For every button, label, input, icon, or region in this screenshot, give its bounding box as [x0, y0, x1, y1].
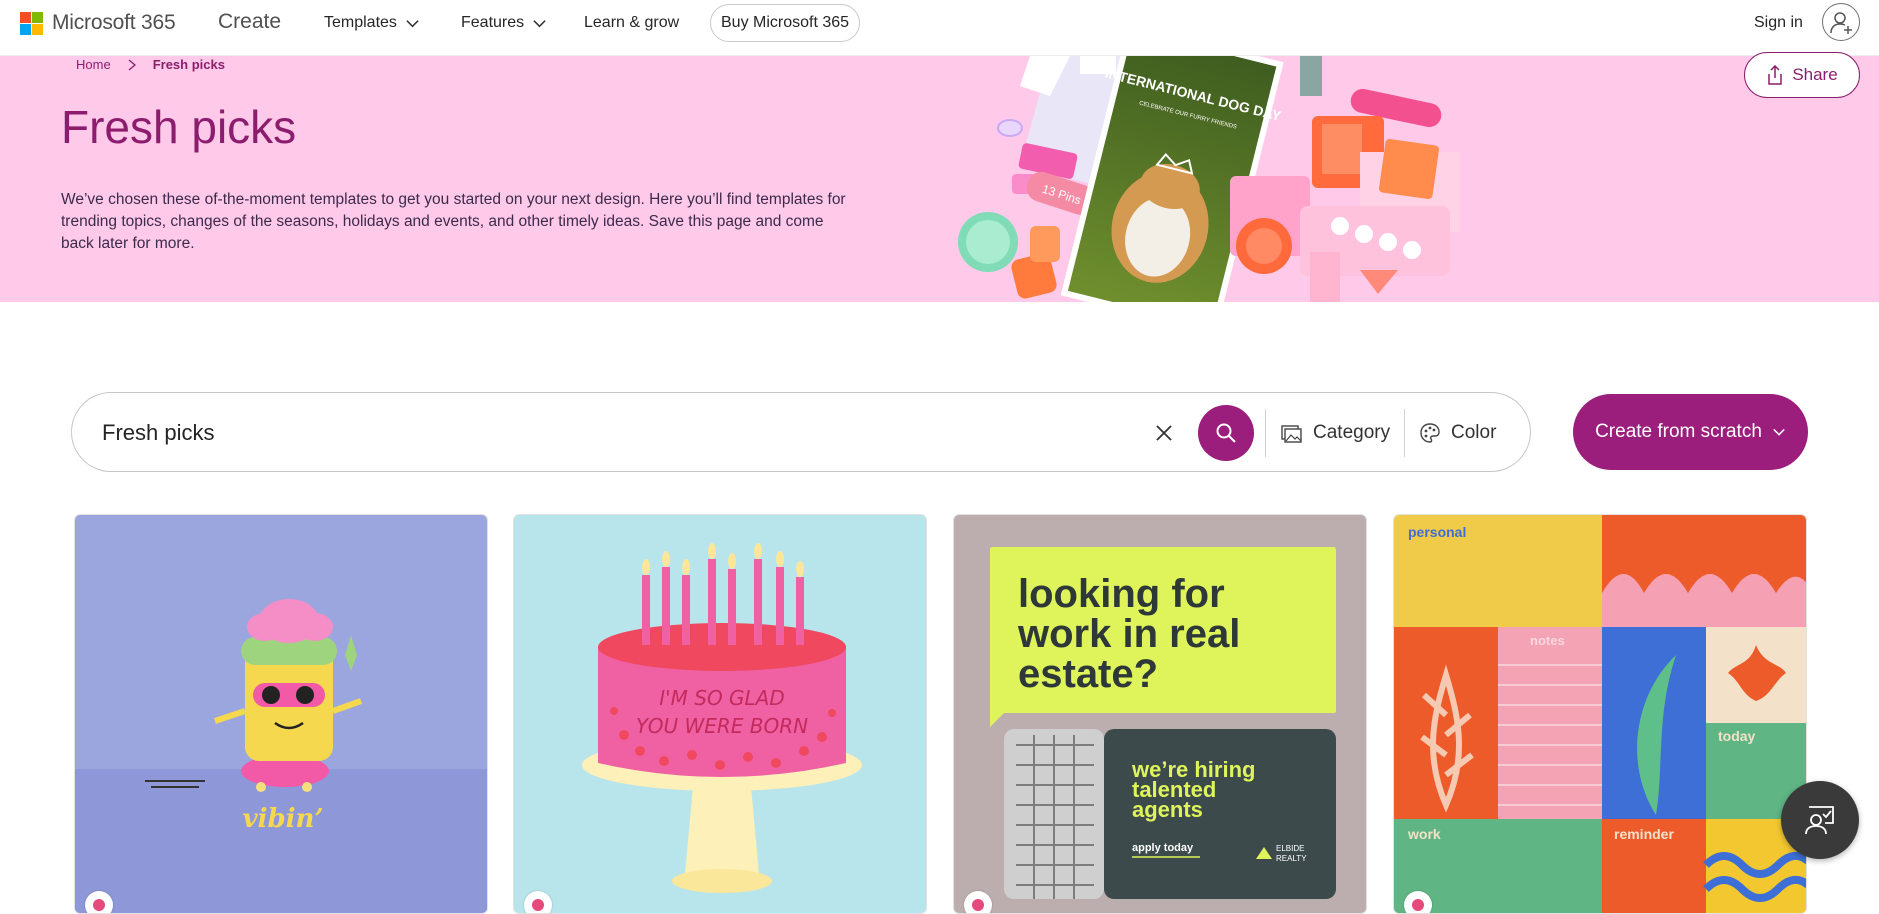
nav-templates[interactable]: Templates: [324, 14, 420, 32]
company-line2: REALTY: [1276, 854, 1307, 863]
headline-line1: looking for: [1018, 572, 1225, 616]
breadcrumb-home[interactable]: Home: [76, 57, 111, 72]
image-icon: [1281, 425, 1302, 443]
search-input[interactable]: [102, 415, 1102, 451]
vibin-caption: vibin’: [243, 804, 324, 834]
template-thumbnail: vibin’: [75, 515, 487, 913]
page-title: Fresh picks: [61, 101, 297, 153]
category-filter[interactable]: Category: [1281, 415, 1390, 451]
chevron-down-icon: [533, 19, 546, 27]
create-link[interactable]: Create: [218, 10, 281, 34]
app-badge-icon: [524, 891, 552, 913]
headline-line3: estate?: [1018, 652, 1158, 696]
create-from-scratch-label: Create from scratch: [1595, 421, 1762, 442]
buy-microsoft-365-button[interactable]: Buy Microsoft 365: [710, 4, 861, 42]
color-label: Color: [1451, 422, 1497, 443]
share-label: Share: [1792, 65, 1838, 84]
search-button[interactable]: [1198, 405, 1254, 461]
search-icon: [1216, 423, 1236, 443]
microsoft-logo-icon[interactable]: [20, 12, 43, 35]
share-button[interactable]: Share: [1744, 52, 1860, 98]
apply-today-text: apply today: [1132, 842, 1194, 854]
template-thumbnail: I'M SO GLAD YOU WERE BORN: [514, 515, 926, 913]
top-nav: Microsoft 365 Create Templates Features …: [0, 0, 1879, 56]
divider: [1404, 409, 1405, 457]
template-card[interactable]: looking for work in real estate? we’re h…: [953, 514, 1367, 914]
app-badge-icon: [85, 891, 113, 913]
nav-templates-label: Templates: [324, 14, 397, 31]
nav-features-label: Features: [461, 14, 525, 31]
app-badge-icon: [1404, 891, 1432, 913]
chevron-down-icon: [406, 19, 419, 27]
today-label: today: [1718, 728, 1756, 744]
category-label: Category: [1313, 422, 1391, 443]
clear-search-button[interactable]: [1148, 417, 1180, 449]
sign-in-link[interactable]: Sign in: [1754, 14, 1803, 32]
divider: [1265, 409, 1266, 457]
template-thumbnail: looking for work in real estate? we’re h…: [954, 515, 1366, 913]
hiring-line3: agents: [1132, 797, 1203, 822]
nav-learn-grow-label: Learn & grow: [584, 14, 680, 31]
share-icon: [1768, 65, 1783, 85]
app-badge-icon: [964, 891, 992, 913]
close-icon: [1156, 425, 1172, 441]
personal-label: personal: [1408, 524, 1466, 540]
template-card[interactable]: I'M SO GLAD YOU WERE BORN: [513, 514, 927, 914]
chat-person-icon: [1805, 806, 1834, 835]
chevron-right-icon: [128, 59, 136, 70]
color-filter[interactable]: Color: [1419, 415, 1496, 451]
nav-learn-grow[interactable]: Learn & grow: [584, 14, 679, 32]
breadcrumb: Home Fresh picks: [76, 57, 225, 72]
template-card[interactable]: personal notes today work reminder: [1393, 514, 1807, 914]
work-label: work: [1407, 826, 1441, 842]
nav-features[interactable]: Features: [461, 14, 547, 32]
assistant-chat-button[interactable]: [1781, 781, 1859, 859]
headline-line2: work in real: [1017, 612, 1240, 656]
hero-illustration: 13 Pins INTERNATIONAL DOG DAY CELEBRATE …: [958, 56, 1460, 302]
chevron-down-icon: [1773, 428, 1785, 436]
page-description: We’ve chosen these of-the-moment templat…: [61, 191, 846, 252]
template-card[interactable]: vibin’: [74, 514, 488, 914]
company-line1: ELBIDE: [1276, 844, 1304, 853]
notes-label: notes: [1530, 633, 1565, 648]
reminder-label: reminder: [1614, 826, 1674, 842]
hero-banner: Home Fresh picks Fresh picks We’ve chose…: [0, 56, 1879, 302]
person-add-icon: [1830, 12, 1852, 34]
cake-caption-line1: I'M SO GLAD: [659, 686, 785, 710]
brand-name[interactable]: Microsoft 365: [52, 11, 176, 35]
template-thumbnail: personal notes today work reminder: [1394, 515, 1806, 913]
breadcrumb-current: Fresh picks: [152, 57, 225, 72]
cake-caption-line2: YOU WERE BORN: [636, 714, 808, 738]
create-from-scratch-button[interactable]: Create from scratch: [1573, 394, 1808, 470]
palette-icon: [1420, 423, 1440, 443]
account-avatar-icon[interactable]: [1822, 3, 1860, 41]
template-search-bar: Category Color: [71, 392, 1531, 472]
